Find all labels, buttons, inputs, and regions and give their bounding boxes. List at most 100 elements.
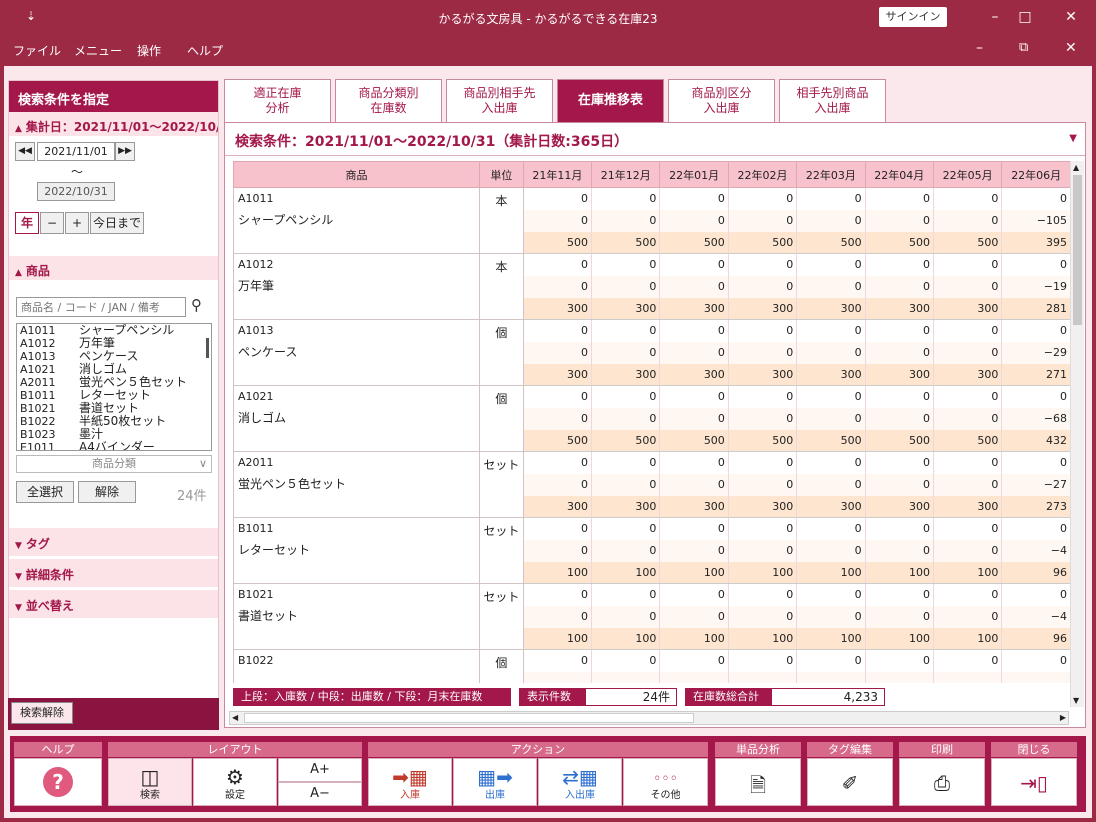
item-cell[interactable]: A1011 シャープペンシル [233, 187, 481, 254]
out-qty-cell[interactable]: 0 [728, 473, 798, 496]
in-qty-cell[interactable]: 0 [728, 385, 798, 408]
minimize-icon[interactable]: – [980, 6, 1010, 28]
out-qty-cell[interactable]: 0 [796, 539, 866, 562]
stock-qty-cell[interactable]: 300 [933, 297, 1003, 320]
maximize-icon[interactable]: □ [1010, 6, 1040, 28]
date-section-header[interactable]: ▲ 集計日：2021/11/01～2022/10/31 [9, 112, 218, 136]
out-qty-cell[interactable] [933, 671, 1003, 683]
in-qty-cell[interactable]: 0 [933, 517, 1003, 540]
scroll-left-icon[interactable]: ◀ [232, 713, 238, 722]
out-qty-cell[interactable]: 0 [865, 539, 934, 562]
in-qty-cell[interactable]: 0 [796, 253, 866, 276]
out-qty-cell[interactable]: 0 [796, 473, 866, 496]
out-qty-cell[interactable]: 0 [728, 209, 798, 232]
table-row[interactable]: B1021 書道セット セット 0 0 0 0 0 0 0 0 [233, 583, 1071, 650]
in-qty-cell[interactable]: 0 [796, 649, 866, 672]
stock-qty-cell[interactable]: 271 [1001, 363, 1071, 386]
stock-qty-cell[interactable]: 300 [659, 495, 729, 518]
table-row[interactable]: A1011 シャープペンシル本 0 0 0 0 0 0 0 0 [233, 187, 1071, 254]
out-qty-cell[interactable]: 0 [659, 473, 729, 496]
in-button[interactable]: ➡▦ 入庫 [368, 758, 452, 806]
search-layout-button[interactable]: ◫ 検索 [108, 758, 192, 806]
in-qty-cell[interactable]: 0 [659, 385, 729, 408]
stock-qty-cell[interactable]: 281 [1001, 297, 1071, 320]
in-qty-cell[interactable]: 0 [796, 187, 866, 210]
select-all-button[interactable]: 全選択 [16, 481, 74, 503]
dropdown-icon[interactable]: ▼ [1069, 133, 1077, 144]
stock-qty-cell[interactable]: 100 [523, 561, 593, 584]
out-qty-cell[interactable]: 0 [523, 407, 593, 430]
tab-optimal-stock[interactable]: 適正在庫 分析 [224, 79, 331, 122]
search-icon[interactable]: ⚲ [191, 296, 202, 314]
in-qty-cell[interactable]: 0 [591, 253, 661, 276]
scroll-up-icon[interactable]: ▲ [1073, 163, 1079, 172]
in-qty-cell[interactable]: 0 [933, 187, 1003, 210]
menu-menu[interactable]: メニュー [74, 42, 122, 59]
out-qty-cell[interactable]: 0 [659, 275, 729, 298]
in-qty-cell[interactable]: 0 [933, 385, 1003, 408]
in-qty-cell[interactable]: 0 [728, 583, 798, 606]
item-cell[interactable]: A1021 消しゴム [233, 385, 481, 452]
in-qty-cell[interactable]: 0 [1001, 319, 1071, 342]
stock-qty-cell[interactable]: 500 [523, 231, 593, 254]
table-row[interactable]: A1021 消しゴム個 0 0 0 0 0 0 0 0 [233, 385, 1071, 452]
in-qty-cell[interactable]: 0 [591, 187, 661, 210]
column-header[interactable]: 単位 [479, 161, 524, 188]
out-qty-cell[interactable] [1001, 671, 1071, 683]
out-qty-cell[interactable]: 0 [591, 275, 661, 298]
out-qty-cell[interactable] [796, 671, 866, 683]
restore-doc-icon[interactable]: ⧉ [1019, 40, 1028, 55]
in-qty-cell[interactable]: 0 [523, 583, 593, 606]
stock-qty-cell[interactable]: 300 [796, 363, 866, 386]
out-qty-cell[interactable]: 0 [591, 605, 661, 628]
stock-qty-cell[interactable]: 300 [523, 495, 593, 518]
out-qty-cell[interactable]: 0 [933, 473, 1003, 496]
in-qty-cell[interactable]: 0 [933, 583, 1003, 606]
out-qty-cell[interactable] [728, 671, 798, 683]
stock-qty-cell[interactable]: 300 [523, 363, 593, 386]
out-qty-cell[interactable] [659, 671, 729, 683]
stock-qty-cell[interactable]: 300 [796, 297, 866, 320]
stock-qty-cell[interactable]: 100 [728, 627, 798, 650]
out-qty-cell[interactable] [865, 671, 934, 683]
out-qty-cell[interactable]: 0 [523, 473, 593, 496]
list-item[interactable]: B1022 半紙50枚セット [17, 415, 211, 429]
out-qty-cell[interactable]: 0 [523, 605, 593, 628]
stock-qty-cell[interactable]: 300 [523, 297, 593, 320]
in-qty-cell[interactable]: 0 [523, 253, 593, 276]
menu-operation[interactable]: 操作 [137, 42, 161, 59]
out-button[interactable]: ▦➡ 出庫 [453, 758, 537, 806]
column-header[interactable]: 21年11月 [522, 161, 593, 188]
stock-qty-cell[interactable]: 500 [933, 429, 1003, 452]
stock-qty-cell[interactable]: 100 [523, 627, 593, 650]
out-qty-cell[interactable]: −68 [1001, 407, 1071, 430]
in-qty-cell[interactable]: 0 [523, 451, 593, 474]
stock-qty-cell[interactable]: 500 [728, 231, 798, 254]
out-qty-cell[interactable]: 0 [728, 407, 798, 430]
in-qty-cell[interactable]: 0 [1001, 451, 1071, 474]
stock-qty-cell[interactable]: 300 [728, 495, 798, 518]
in-qty-cell[interactable]: 0 [523, 187, 593, 210]
in-qty-cell[interactable]: 0 [523, 319, 593, 342]
tab-item-partner[interactable]: 商品別相手先 入出庫 [446, 79, 553, 122]
in-qty-cell[interactable]: 0 [659, 253, 729, 276]
in-qty-cell[interactable]: 0 [591, 649, 661, 672]
out-qty-cell[interactable]: 0 [659, 539, 729, 562]
out-qty-cell[interactable]: 0 [523, 341, 593, 364]
out-qty-cell[interactable]: 0 [659, 605, 729, 628]
out-qty-cell[interactable]: 0 [865, 473, 934, 496]
in-qty-cell[interactable]: 0 [659, 517, 729, 540]
out-qty-cell[interactable]: 0 [933, 341, 1003, 364]
table-row[interactable]: A1013 ペンケース個 0 0 0 0 0 0 0 0 [233, 319, 1071, 386]
column-header[interactable]: 22年04月 [864, 161, 934, 188]
stock-qty-cell[interactable]: 500 [591, 231, 661, 254]
column-header[interactable]: 22年01月 [659, 161, 729, 188]
sort-section-header[interactable]: ▼ 並べ替え [9, 590, 218, 618]
stock-qty-cell[interactable]: 100 [659, 561, 729, 584]
table-row[interactable]: A1012 万年筆本 0 0 0 0 0 0 0 0 [233, 253, 1071, 320]
in-qty-cell[interactable]: 0 [1001, 649, 1071, 672]
out-qty-cell[interactable]: −27 [1001, 473, 1071, 496]
stock-qty-cell[interactable]: 500 [523, 429, 593, 452]
stock-qty-cell[interactable]: 500 [659, 429, 729, 452]
print-button[interactable]: ⎙ [899, 758, 985, 806]
